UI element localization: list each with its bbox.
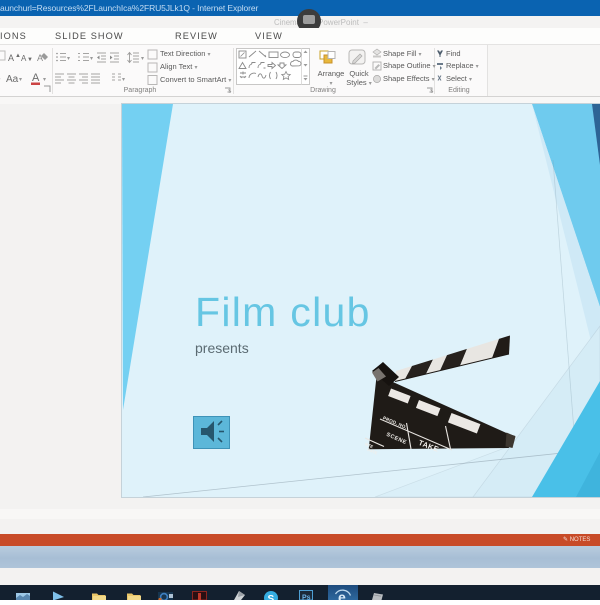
svg-text:▼: ▼ [27,57,33,63]
svg-text:▾: ▾ [122,77,125,83]
svg-text:Ps: Ps [302,595,311,601]
svg-text:S: S [268,594,275,600]
svg-text:A: A [8,53,14,63]
svg-text:A: A [37,53,43,63]
svg-text:A: A [32,72,40,84]
svg-text:Aa: Aa [6,74,19,85]
svg-text:▾: ▾ [43,77,46,83]
svg-text:▾: ▾ [141,56,144,62]
svg-text:-: - [0,74,1,83]
svg-text:▾: ▾ [19,77,22,83]
svg-text:▾: ▾ [67,56,70,62]
svg-text:▾: ▾ [90,56,93,62]
